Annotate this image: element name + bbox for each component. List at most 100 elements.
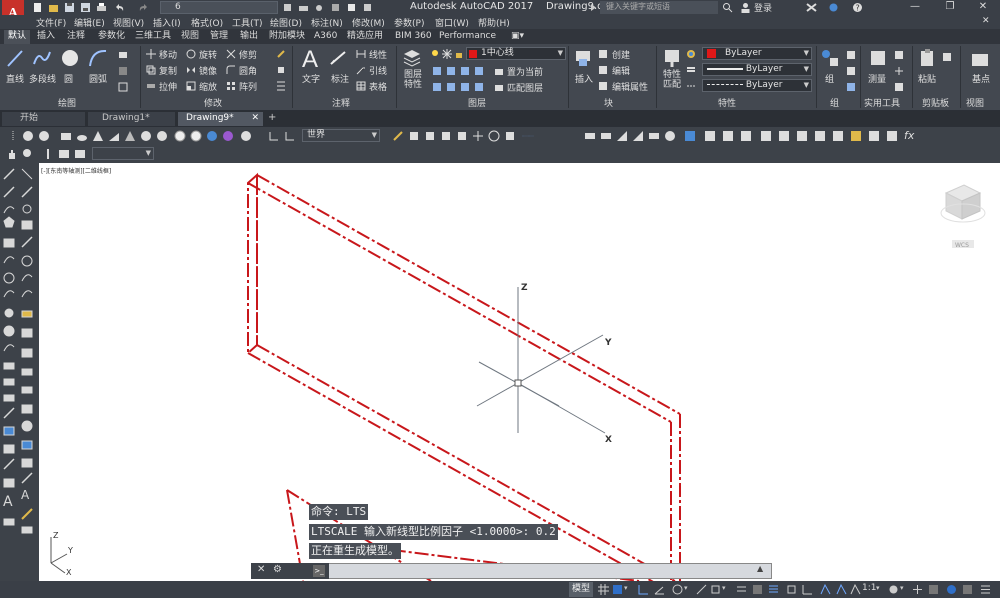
tab-featured-apps[interactable]: 精选应用 bbox=[343, 30, 387, 44]
annotation-monitor-icon[interactable] bbox=[912, 584, 923, 595]
viewcube[interactable]: WCS bbox=[940, 184, 986, 249]
paste-label[interactable]: 粘贴 bbox=[918, 72, 936, 85]
move-label[interactable]: 移动 bbox=[159, 48, 177, 61]
draw-5-icon[interactable] bbox=[456, 130, 468, 142]
save-icon[interactable] bbox=[64, 2, 75, 13]
help-search-input[interactable]: 键入关键字或短语 bbox=[600, 1, 718, 14]
ucs-world-icon[interactable] bbox=[268, 130, 280, 142]
scale-menu-icon[interactable]: ▾ bbox=[876, 584, 880, 592]
rotate-label[interactable]: 旋转 bbox=[199, 48, 217, 61]
save-as-icon[interactable] bbox=[80, 2, 91, 13]
wcs-label[interactable]: WCS bbox=[955, 242, 969, 249]
annotation-visibility-icon[interactable] bbox=[820, 584, 831, 595]
pyramid-icon[interactable] bbox=[124, 130, 136, 142]
union-icon[interactable] bbox=[684, 130, 696, 142]
leader-icon[interactable] bbox=[356, 65, 366, 75]
layer-tool-4-icon[interactable] bbox=[474, 66, 484, 76]
text-tool-icon[interactable]: A bbox=[302, 46, 318, 74]
clipboard-panel-label[interactable]: 剪贴板 bbox=[922, 96, 949, 109]
menu-close-icon[interactable]: ✕ bbox=[982, 16, 990, 26]
utilities-panel-label[interactable]: 实用工具 bbox=[864, 96, 900, 109]
measure-icon[interactable] bbox=[868, 48, 888, 68]
match-icon[interactable] bbox=[346, 2, 357, 13]
array-icon[interactable] bbox=[226, 81, 236, 91]
view-panel-label[interactable]: 视图 bbox=[966, 96, 984, 109]
polyline-tool-label[interactable]: 多段线 bbox=[29, 72, 56, 85]
block-2-icon[interactable] bbox=[600, 130, 612, 142]
3d-osnap-icon[interactable] bbox=[786, 584, 797, 595]
close-window-button[interactable]: ✕ bbox=[968, 0, 998, 15]
tab-insert[interactable]: 插入 bbox=[33, 30, 59, 44]
match-properties-label[interactable]: 特性 匹配 bbox=[663, 70, 681, 90]
properties-panel-label[interactable]: 特性 bbox=[718, 96, 736, 109]
layer-properties-label[interactable]: 图层 特性 bbox=[404, 70, 422, 90]
layer-tool-5-icon[interactable] bbox=[432, 82, 442, 92]
customize-command-icon[interactable]: ⚙ bbox=[273, 564, 282, 575]
tab-bim360[interactable]: BIM 360 bbox=[391, 30, 436, 44]
cylinder-icon[interactable] bbox=[76, 130, 88, 142]
tab-parametric[interactable]: 参数化 bbox=[94, 30, 129, 44]
zoom-window-icon[interactable] bbox=[42, 148, 54, 160]
menu-dimension[interactable]: 标注(N) bbox=[311, 16, 343, 29]
region-icon[interactable] bbox=[616, 130, 628, 142]
tab-annotate[interactable]: 注释 bbox=[63, 30, 89, 44]
annotation-scale-icon[interactable] bbox=[850, 584, 861, 595]
face-icon[interactable] bbox=[832, 130, 844, 142]
menu-view[interactable]: 视图(V) bbox=[113, 16, 144, 29]
create-block-icon[interactable] bbox=[598, 49, 608, 59]
annotation-panel-label[interactable]: 注释 bbox=[332, 96, 350, 109]
edit-block-icon[interactable] bbox=[598, 65, 608, 75]
circle-tool-icon[interactable] bbox=[60, 48, 80, 68]
ucs-icon[interactable] bbox=[22, 130, 34, 142]
lineweight-dropdown[interactable]: ByLayer ▼ bbox=[702, 63, 812, 76]
tab-view[interactable]: 视图 bbox=[177, 30, 203, 44]
box-icon[interactable] bbox=[60, 130, 72, 142]
table-icon[interactable] bbox=[356, 81, 366, 91]
layer-lock-icon[interactable] bbox=[454, 49, 464, 59]
dimension-tool-label[interactable]: 标注 bbox=[331, 72, 349, 85]
polyline-tool-icon[interactable] bbox=[32, 48, 52, 68]
thicken-icon[interactable] bbox=[778, 130, 790, 142]
wedge-icon[interactable] bbox=[108, 130, 120, 142]
text-tool-label[interactable]: 文字 bbox=[302, 72, 320, 85]
base-view-icon[interactable] bbox=[970, 48, 990, 68]
insert-block-label[interactable]: 插入 bbox=[575, 72, 593, 85]
dimension-tool-icon[interactable] bbox=[328, 48, 348, 68]
file-tab-drawing1[interactable]: Drawing1* bbox=[88, 112, 176, 126]
boundary-icon[interactable] bbox=[118, 82, 128, 92]
zoom-previous-icon[interactable] bbox=[74, 148, 86, 160]
menu-window[interactable]: 窗口(W) bbox=[435, 16, 469, 29]
ortho-icon[interactable] bbox=[638, 584, 649, 595]
extrude-icon[interactable] bbox=[648, 130, 660, 142]
visual-style-3-icon[interactable] bbox=[206, 130, 218, 142]
redo-icon[interactable] bbox=[138, 2, 149, 13]
hatch-2-icon[interactable] bbox=[584, 130, 596, 142]
hatch-icon[interactable] bbox=[118, 66, 128, 76]
group-icon[interactable] bbox=[820, 48, 840, 70]
base-view-label[interactable]: 基点 bbox=[972, 72, 990, 85]
arc-tool-icon[interactable] bbox=[88, 48, 108, 68]
menu-modify[interactable]: 修改(M) bbox=[352, 16, 385, 29]
dynamic-ucs-icon[interactable] bbox=[802, 584, 813, 595]
mirror-label[interactable]: 镜像 bbox=[199, 64, 217, 77]
utility-3-icon[interactable] bbox=[894, 82, 904, 92]
fillet-label[interactable]: 圆角 bbox=[239, 64, 257, 77]
menu-edit[interactable]: 编辑(E) bbox=[74, 16, 105, 29]
move-icon[interactable] bbox=[146, 49, 156, 59]
make-current-label[interactable]: 置为当前 bbox=[507, 65, 543, 78]
linetype-arrow-icon[interactable] bbox=[522, 130, 534, 142]
offset-icon[interactable] bbox=[276, 81, 286, 91]
circle-tool-label[interactable]: 圆 bbox=[64, 72, 73, 85]
solid-icon[interactable] bbox=[632, 130, 644, 142]
group-label[interactable]: 组 bbox=[825, 72, 834, 85]
edit-attributes-label[interactable]: 编辑属性 bbox=[612, 80, 648, 93]
menu-file[interactable]: 文件(F) bbox=[36, 16, 66, 29]
pan-icon[interactable] bbox=[472, 130, 484, 142]
units-icon[interactable] bbox=[928, 584, 939, 595]
draw-2-icon[interactable] bbox=[408, 130, 420, 142]
modify-panel-label[interactable]: 修改 bbox=[204, 96, 222, 109]
color-wheel-icon[interactable] bbox=[686, 49, 696, 59]
layer-tool-2-icon[interactable] bbox=[446, 66, 456, 76]
subtract-icon[interactable] bbox=[704, 130, 716, 142]
copy-icon[interactable] bbox=[146, 65, 156, 75]
